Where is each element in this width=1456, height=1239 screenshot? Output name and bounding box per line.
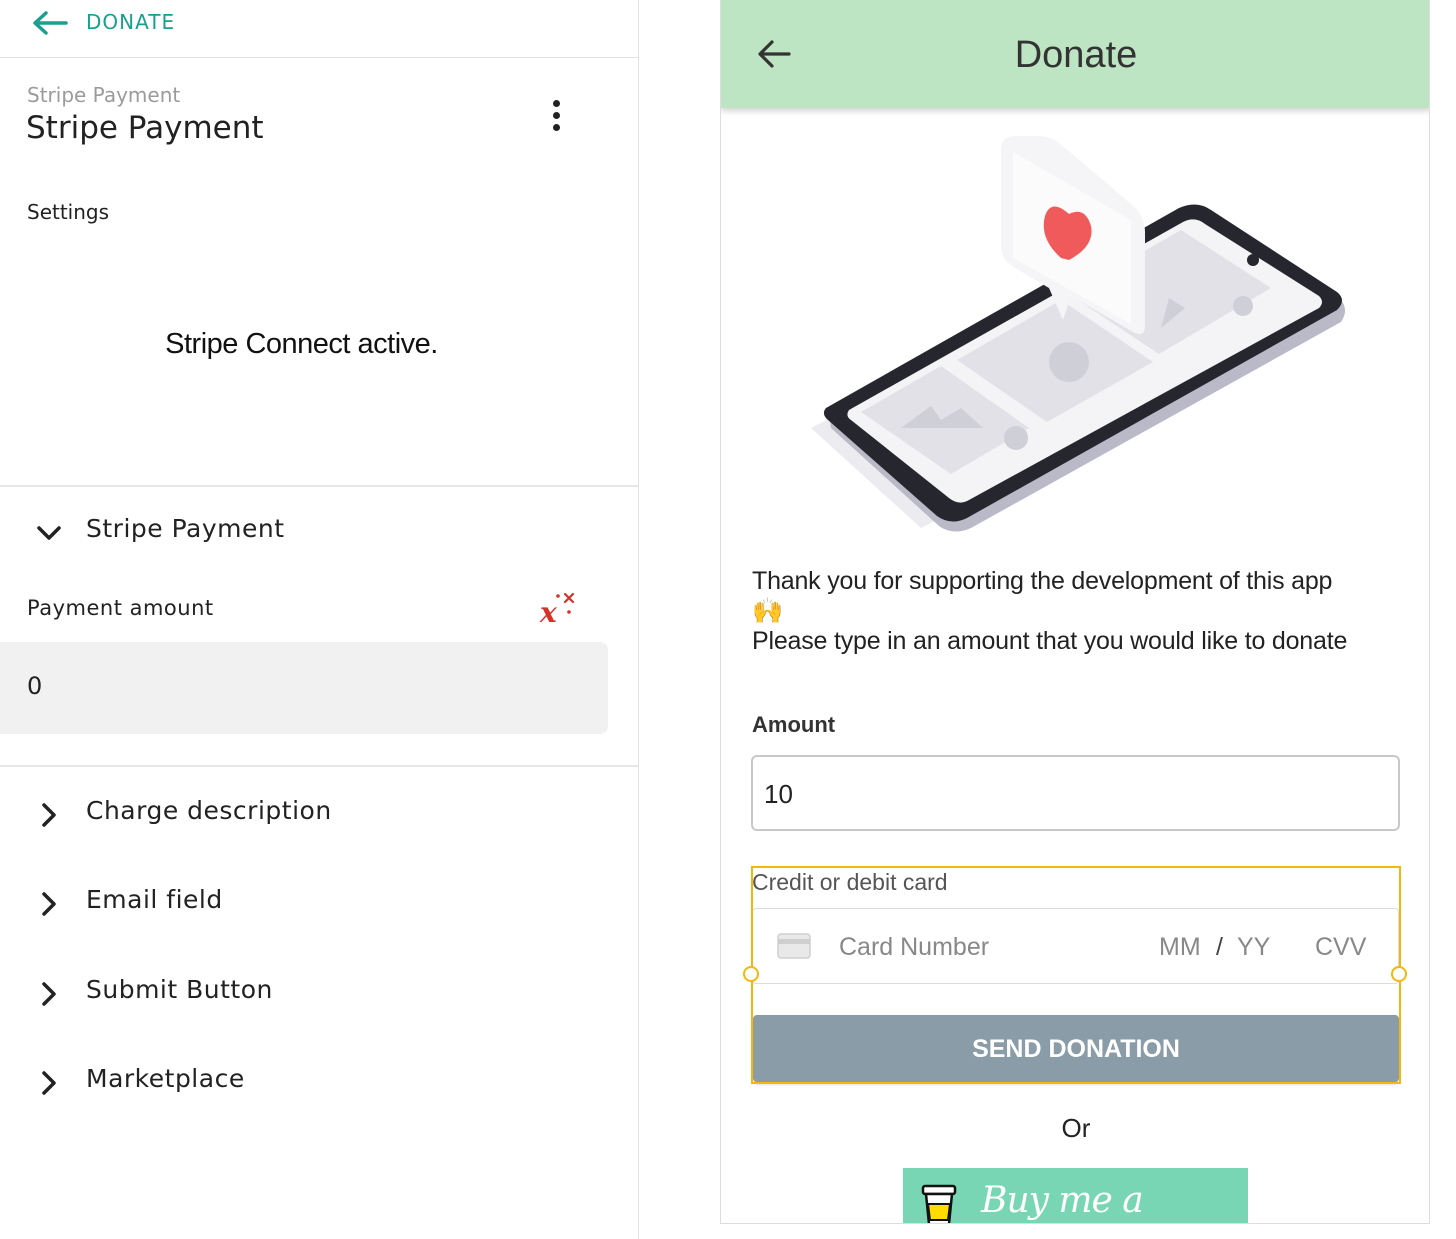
chevron-down-icon xyxy=(37,526,61,540)
back-arrow-icon[interactable] xyxy=(30,8,70,38)
section-email-field[interactable]: Email field xyxy=(0,873,638,933)
component-subtitle: Stripe Payment xyxy=(27,83,181,107)
buy-me-a-coffee-button[interactable]: Buy me a coffee xyxy=(903,1168,1248,1223)
resize-handle-right[interactable] xyxy=(1391,966,1407,982)
section-label: Submit Button xyxy=(86,975,273,1004)
or-separator: Or xyxy=(1061,1113,1091,1143)
editor-topbar: DONATE xyxy=(0,0,638,58)
more-options-icon[interactable] xyxy=(545,98,567,134)
divider xyxy=(0,765,638,767)
amount-value: 10 xyxy=(764,779,793,809)
amount-input[interactable]: 10 xyxy=(751,755,1400,831)
component-title: Stripe Payment xyxy=(26,110,264,146)
amount-label: Amount xyxy=(752,712,836,737)
chevron-right-icon xyxy=(42,892,56,916)
section-charge-description[interactable]: Charge description xyxy=(0,784,638,844)
thank-you-message: Thank you for supporting the development… xyxy=(752,566,1412,656)
divider xyxy=(0,485,638,487)
settings-label[interactable]: Settings xyxy=(27,200,109,224)
section-label: Marketplace xyxy=(86,1064,245,1093)
section-marketplace[interactable]: Marketplace xyxy=(0,1052,638,1112)
phone-heart-illustration xyxy=(811,136,1346,532)
coffee-cup-icon xyxy=(921,1184,957,1223)
editor-panel: DONATE Stripe Payment Stripe Payment Set… xyxy=(0,0,639,1239)
section-label: Charge description xyxy=(86,796,332,825)
section-label: Email field xyxy=(86,885,223,914)
back-link-label[interactable]: DONATE xyxy=(86,10,175,34)
section-label: Stripe Payment xyxy=(86,514,285,543)
raised-hands-emoji: 🙌 xyxy=(752,597,783,625)
chevron-right-icon xyxy=(42,982,56,1006)
app-preview: Donate Thank you for supporting the deve… xyxy=(720,0,1430,1224)
section-stripe-payment[interactable]: Stripe Payment xyxy=(0,502,638,562)
component-selection-outline xyxy=(751,866,1401,1084)
svg-text:x: x xyxy=(539,596,557,628)
magic-variable-icon[interactable]: x xyxy=(537,588,579,628)
message-line-2: Please type in an amount that you would … xyxy=(752,627,1348,655)
buy-me-a-coffee-label: Buy me a coffee xyxy=(981,1180,1144,1223)
stripe-connect-status: Stripe Connect active. xyxy=(165,328,438,360)
app-bar: Donate xyxy=(721,0,1429,108)
payment-amount-label: Payment amount xyxy=(27,596,214,620)
payment-amount-value: 0 xyxy=(27,672,43,700)
chevron-right-icon xyxy=(42,803,56,827)
section-submit-button[interactable]: Submit Button xyxy=(0,963,638,1023)
chevron-right-icon xyxy=(42,1071,56,1095)
resize-handle-left[interactable] xyxy=(743,966,759,982)
payment-amount-input[interactable]: 0 xyxy=(0,642,608,734)
message-line-1: Thank you for supporting the development… xyxy=(752,567,1333,595)
app-bar-title: Donate xyxy=(1014,34,1138,76)
